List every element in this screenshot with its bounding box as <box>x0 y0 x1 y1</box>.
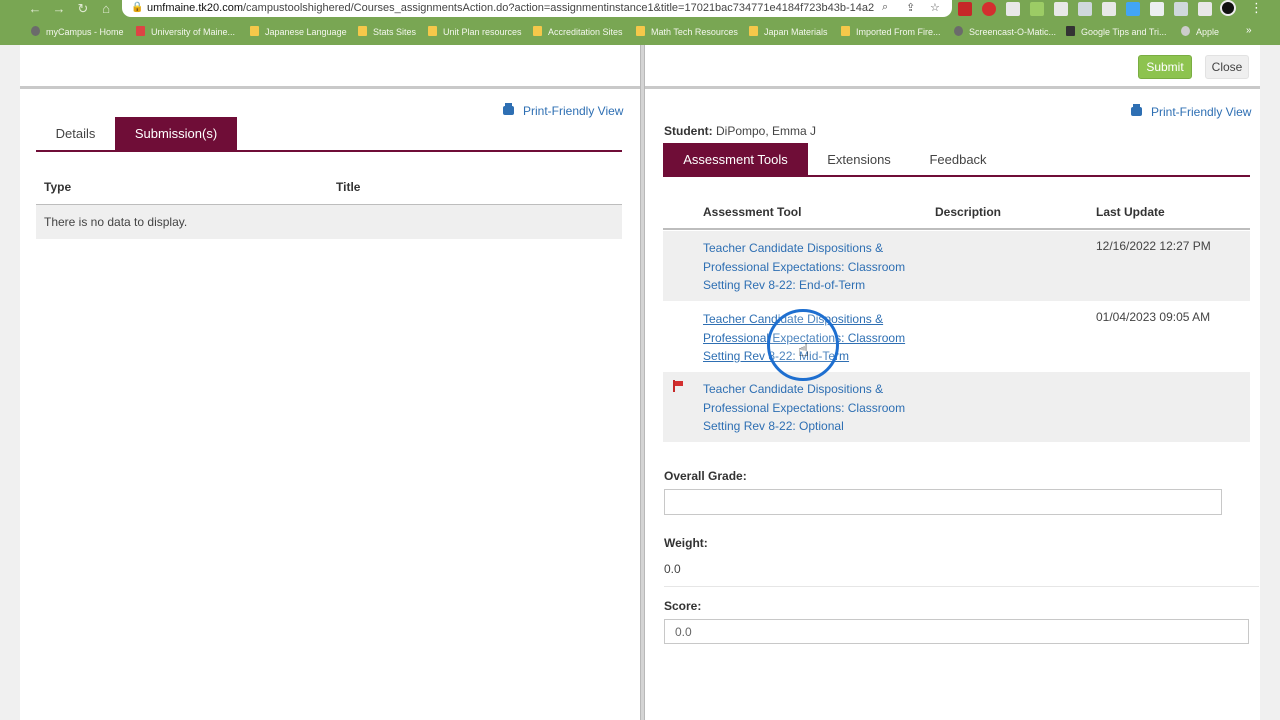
column-header-assessment-tool[interactable]: Assessment Tool <box>703 205 801 219</box>
left-print-friendly-link[interactable]: Print-Friendly View <box>503 103 623 118</box>
assessment-tool-link[interactable]: Teacher Candidate Dispositions & Profess… <box>703 310 918 366</box>
bookmark-item[interactable]: Math Tech Resources <box>636 25 738 39</box>
extension-icon[interactable] <box>1030 2 1044 16</box>
bookmark-item[interactable]: Apple <box>1181 25 1219 39</box>
bookmark-item[interactable]: Imported From Fire... <box>841 25 941 39</box>
overall-grade-input[interactable] <box>664 489 1222 515</box>
globe-icon <box>954 26 963 36</box>
student-info: Student: DiPompo, Emma J <box>664 124 816 138</box>
globe-icon <box>31 26 40 36</box>
flag-icon <box>673 380 683 392</box>
table-row: Teacher Candidate Dispositions & Profess… <box>663 372 1250 442</box>
bookmarks-overflow[interactable]: » <box>1246 25 1252 36</box>
right-print-friendly-link[interactable]: Print-Friendly View <box>1131 104 1251 119</box>
column-header-title[interactable]: Title <box>336 180 360 194</box>
tab-extensions[interactable]: Extensions <box>808 143 910 176</box>
empty-table-message: There is no data to display. <box>36 205 622 239</box>
split-pane-divider[interactable] <box>640 45 645 720</box>
extension-icon[interactable] <box>1006 2 1020 16</box>
bookmark-item[interactable]: Unit Plan resources <box>428 25 522 39</box>
right-tab-bar: Assessment Tools Extensions Feedback <box>663 143 1250 177</box>
last-update-cell: 12/16/2022 12:27 PM <box>1096 239 1211 253</box>
profile-avatar-icon[interactable] <box>1220 0 1236 16</box>
section-divider <box>664 586 1259 587</box>
table-row: Teacher Candidate Dispositions & Profess… <box>663 231 1250 301</box>
extension-icon[interactable] <box>1054 2 1068 16</box>
share-icon[interactable]: ⇪ <box>906 1 915 14</box>
bookmark-item[interactable]: myCampus - Home <box>31 25 124 39</box>
assessment-tool-link[interactable]: Teacher Candidate Dispositions & Profess… <box>703 239 918 295</box>
adblock-icon[interactable] <box>982 2 996 16</box>
tab-details[interactable]: Details <box>36 117 115 150</box>
column-header-description[interactable]: Description <box>935 205 1001 219</box>
gmail-icon <box>136 26 145 36</box>
folder-icon <box>636 26 645 36</box>
score-input[interactable] <box>664 619 1249 644</box>
kebab-menu-icon[interactable]: ⋮ <box>1250 0 1263 16</box>
tab-submissions[interactable]: Submission(s) <box>115 117 237 150</box>
puzzle-icon[interactable] <box>1150 2 1164 16</box>
weight-value: 0.0 <box>664 562 681 576</box>
bookmark-item[interactable]: Google Tips and Tri... <box>1066 25 1167 39</box>
cast-icon[interactable] <box>1174 2 1188 16</box>
column-header-last-update[interactable]: Last Update <box>1096 205 1165 219</box>
student-name: DiPompo, Emma J <box>716 124 817 138</box>
printer-icon <box>503 103 514 115</box>
folder-icon <box>250 26 259 36</box>
lock-icon: 🔒 <box>131 2 144 13</box>
column-header-type[interactable]: Type <box>44 180 71 194</box>
extension-icon[interactable] <box>958 2 972 16</box>
page-gutter <box>0 45 20 720</box>
sidepanel-icon[interactable] <box>1198 2 1212 16</box>
star-icon[interactable]: ☆ <box>930 1 940 14</box>
tab-feedback[interactable]: Feedback <box>910 143 1006 176</box>
weight-label: Weight: <box>664 536 708 550</box>
browser-toolbar: ← → ↻ ⌂ 🔒 umfmaine.tk20.com/campustoolsh… <box>0 0 1280 45</box>
g-icon <box>1066 26 1075 36</box>
folder-icon <box>841 26 850 36</box>
tab-assessment-tools[interactable]: Assessment Tools <box>663 143 808 176</box>
extension-icon[interactable] <box>1078 2 1092 16</box>
bookmark-item[interactable]: Stats Sites <box>358 25 416 39</box>
page-gutter <box>1260 45 1280 720</box>
folder-icon <box>533 26 542 36</box>
table-row: Teacher Candidate Dispositions & Profess… <box>663 302 1250 372</box>
forward-icon[interactable]: → <box>51 1 67 17</box>
back-icon[interactable]: ← <box>27 1 43 17</box>
extension-icon[interactable] <box>1126 2 1140 16</box>
bookmark-item[interactable]: Accreditation Sites <box>533 25 623 39</box>
zoom-icon[interactable]: ⌕ <box>882 1 888 14</box>
folder-icon <box>358 26 367 36</box>
left-tab-bar: Details Submission(s) <box>36 117 622 152</box>
student-label: Student: <box>664 124 713 138</box>
bookmark-item[interactable]: Japan Materials <box>749 25 828 39</box>
folder-icon <box>749 26 758 36</box>
close-button[interactable]: Close <box>1205 55 1249 79</box>
address-row: ← → ↻ ⌂ 🔒 umfmaine.tk20.com/campustoolsh… <box>0 0 1280 20</box>
submit-button[interactable]: Submit <box>1138 55 1192 79</box>
home-icon[interactable]: ⌂ <box>98 1 114 17</box>
reload-icon[interactable]: ↻ <box>75 1 91 17</box>
assessment-tool-link[interactable]: Teacher Candidate Dispositions & Profess… <box>703 380 918 436</box>
submissions-table-header: Type Title <box>36 170 622 205</box>
printer-icon <box>1131 104 1142 116</box>
url-text: umfmaine.tk20.com/campustoolshighered/Co… <box>147 2 875 14</box>
assessment-table-header: Assessment Tool Description Last Update <box>663 196 1250 230</box>
overall-grade-label: Overall Grade: <box>664 469 747 483</box>
bookmark-item[interactable]: University of Maine... <box>136 25 235 39</box>
last-update-cell: 01/04/2023 09:05 AM <box>1096 310 1211 324</box>
address-bar[interactable]: 🔒 umfmaine.tk20.com/campustoolshighered/… <box>122 0 952 17</box>
bookmarks-bar: myCampus - Home University of Maine... J… <box>0 22 1280 42</box>
apple-icon <box>1181 26 1190 36</box>
extension-icon[interactable] <box>1102 2 1116 16</box>
bookmark-item[interactable]: Screencast-O-Matic... <box>954 25 1056 39</box>
score-label: Score: <box>664 599 702 613</box>
folder-icon <box>428 26 437 36</box>
bookmark-item[interactable]: Japanese Language <box>250 25 347 39</box>
